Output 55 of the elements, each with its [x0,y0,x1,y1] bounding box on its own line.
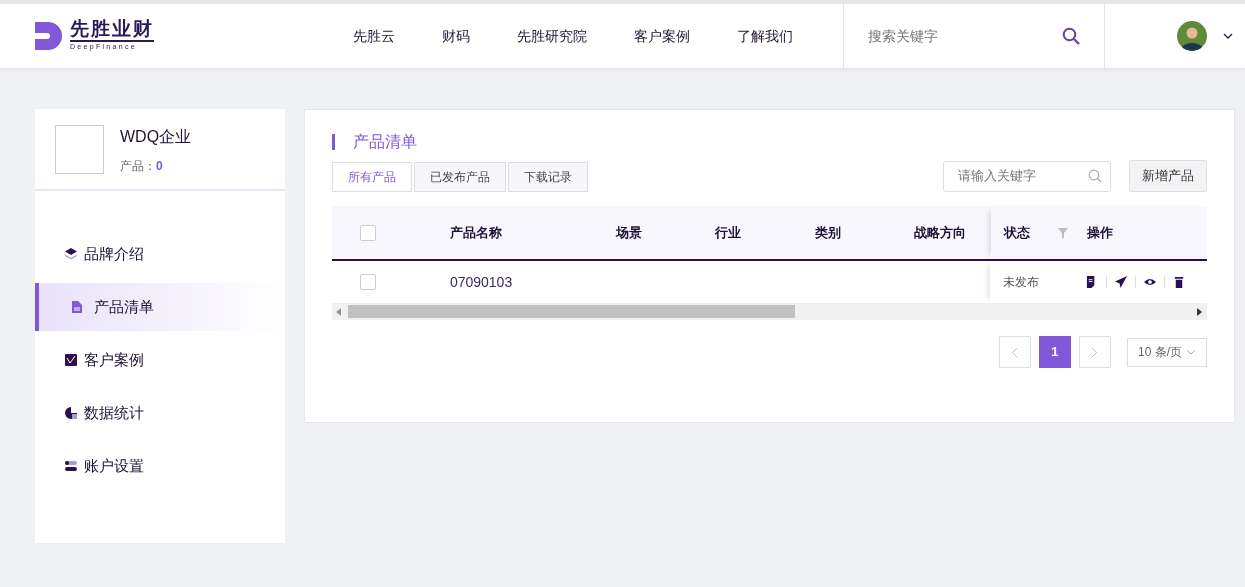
company-logo-placeholder [55,125,104,174]
chevron-right-icon [1091,347,1099,359]
avatar-icon[interactable] [1177,21,1207,51]
chevron-left-icon [1011,347,1019,359]
column-header: 场景 [615,223,643,242]
nav-link[interactable]: 客户案例 [634,25,690,47]
select-all-checkbox[interactable] [360,224,376,241]
horizontal-scrollbar[interactable] [332,303,1207,320]
view-icon[interactable] [1144,276,1157,288]
column-header: 操作 [1086,223,1113,242]
keyword-search-field[interactable]: 请输入关键字 [943,160,1111,192]
document-icon [70,300,84,314]
send-icon[interactable] [1115,276,1128,288]
sidebar-item[interactable]: 数据统计 [35,389,285,437]
products-label: 产品： [120,159,156,173]
column-header: 状态 [1003,223,1030,242]
sidebar-item[interactable]: 品牌介绍 [35,230,285,278]
page-size-select[interactable]: 10 条/页 [1127,337,1207,367]
sidebar-item[interactable]: 账户设置 [35,442,285,490]
table-cell-text: 07090103 [449,272,514,292]
filter-tab[interactable]: 下载记录 [508,162,588,192]
column-header: 战略方向 [913,223,967,242]
filter-tab[interactable]: 所有产品 [332,162,412,192]
logo-title: 先胜业财 [70,19,154,43]
sidebar-item[interactable]: 客户案例 [35,336,285,384]
add-product-button[interactable]: 新增产品 [1129,160,1207,192]
column-header: 类别 [814,223,842,242]
search-icon[interactable] [1062,27,1080,45]
nav-link[interactable]: 了解我们 [737,25,793,47]
page-button[interactable]: 1 [1039,336,1071,368]
next-page-button[interactable] [1079,336,1111,368]
status-cell-text: 未发布 [1003,274,1041,291]
delete-icon[interactable] [1173,276,1186,288]
column-header: 产品名称 [449,223,503,242]
nav-link[interactable]: 财码 [442,25,470,47]
section-title: 产品清单 [332,134,590,150]
filter-tab[interactable]: 已发布产品 [414,162,506,192]
nav-link[interactable]: 先胜研究院 [517,25,587,47]
pie-chart-icon [64,406,78,420]
previous-page-button[interactable] [999,336,1031,368]
chevron-down-icon[interactable] [1223,33,1233,39]
products-count: 0 [156,159,163,173]
company-name: WDQ企业 [120,127,192,147]
row-checkbox[interactable] [360,274,376,290]
chart-icon [64,353,78,367]
filter-icon[interactable] [1057,227,1068,238]
chevron-down-icon [1186,349,1196,355]
logo-icon [35,22,62,50]
layers-icon [64,247,78,261]
scroll-right-icon[interactable] [1197,307,1203,316]
toggle-icon [64,459,78,473]
column-header: 行业 [714,223,742,242]
scroll-left-icon[interactable] [336,307,342,316]
nav-link[interactable]: 先胜云 [353,25,395,47]
scrollbar-thumb[interactable] [348,305,795,318]
